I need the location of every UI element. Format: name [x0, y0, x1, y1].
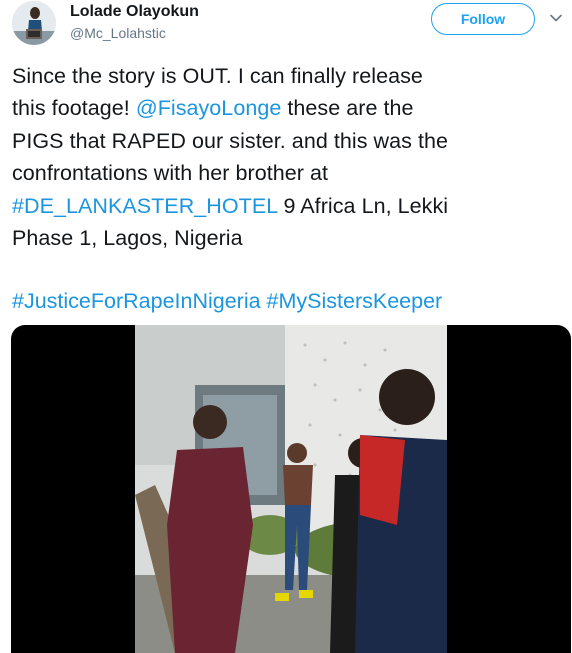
- tweet-text-segment: these are the: [281, 96, 414, 121]
- video-player[interactable]: [11, 325, 571, 653]
- tweet-text-segment: this footage!: [12, 96, 136, 121]
- video-frame: [135, 325, 447, 653]
- tweet-text-line: #DE_LANKASTER_HOTEL 9 Africa Ln, Lekki: [12, 190, 562, 222]
- tweet-text-segment: Since the story is OUT. I can finally re…: [12, 64, 423, 88]
- tweet-text-line: PIGS that RAPED our sister. and this was…: [12, 125, 562, 157]
- tweet-text-segment: Phase 1, Lagos, Nigeria: [12, 226, 243, 251]
- tweet-text-segment: confrontations with her brother at: [12, 161, 329, 186]
- hashtag-my-sisters-keeper[interactable]: #MySistersKeeper: [267, 289, 443, 313]
- tweet-text: Since the story is OUT. I can finally re…: [12, 60, 562, 254]
- avatar-image: [12, 1, 56, 45]
- hashtag-link[interactable]: #DE_LANKASTER_HOTEL: [12, 194, 277, 218]
- follow-button[interactable]: Follow: [431, 3, 535, 35]
- chevron-down-icon[interactable]: [548, 10, 564, 26]
- hashtags-line: #JusticeForRapeInNigeria #MySistersKeepe…: [12, 285, 442, 317]
- tweet-text-segment: PIGS that RAPED our sister. and this was…: [12, 128, 448, 153]
- tweet-text-segment: 9 Africa Ln, Lekki: [277, 193, 449, 218]
- avatar[interactable]: [12, 1, 56, 45]
- tweet-text-line: this footage! @FisayoLonge these are the: [12, 92, 562, 124]
- tweet-text-line: Since the story is OUT. I can finally re…: [12, 60, 562, 92]
- user-handle[interactable]: @Mc_Lolahstic: [70, 25, 166, 41]
- display-name[interactable]: Lolade Olayokun: [70, 3, 199, 21]
- video-still-image: [135, 325, 447, 653]
- tweet-text-line: Phase 1, Lagos, Nigeria: [12, 222, 562, 254]
- mention-link[interactable]: @FisayoLonge: [136, 96, 282, 120]
- tweet-text-line: confrontations with her brother at: [12, 157, 562, 189]
- hashtag-justice-for-rape-in-nigeria[interactable]: #JusticeForRapeInNigeria: [12, 289, 261, 313]
